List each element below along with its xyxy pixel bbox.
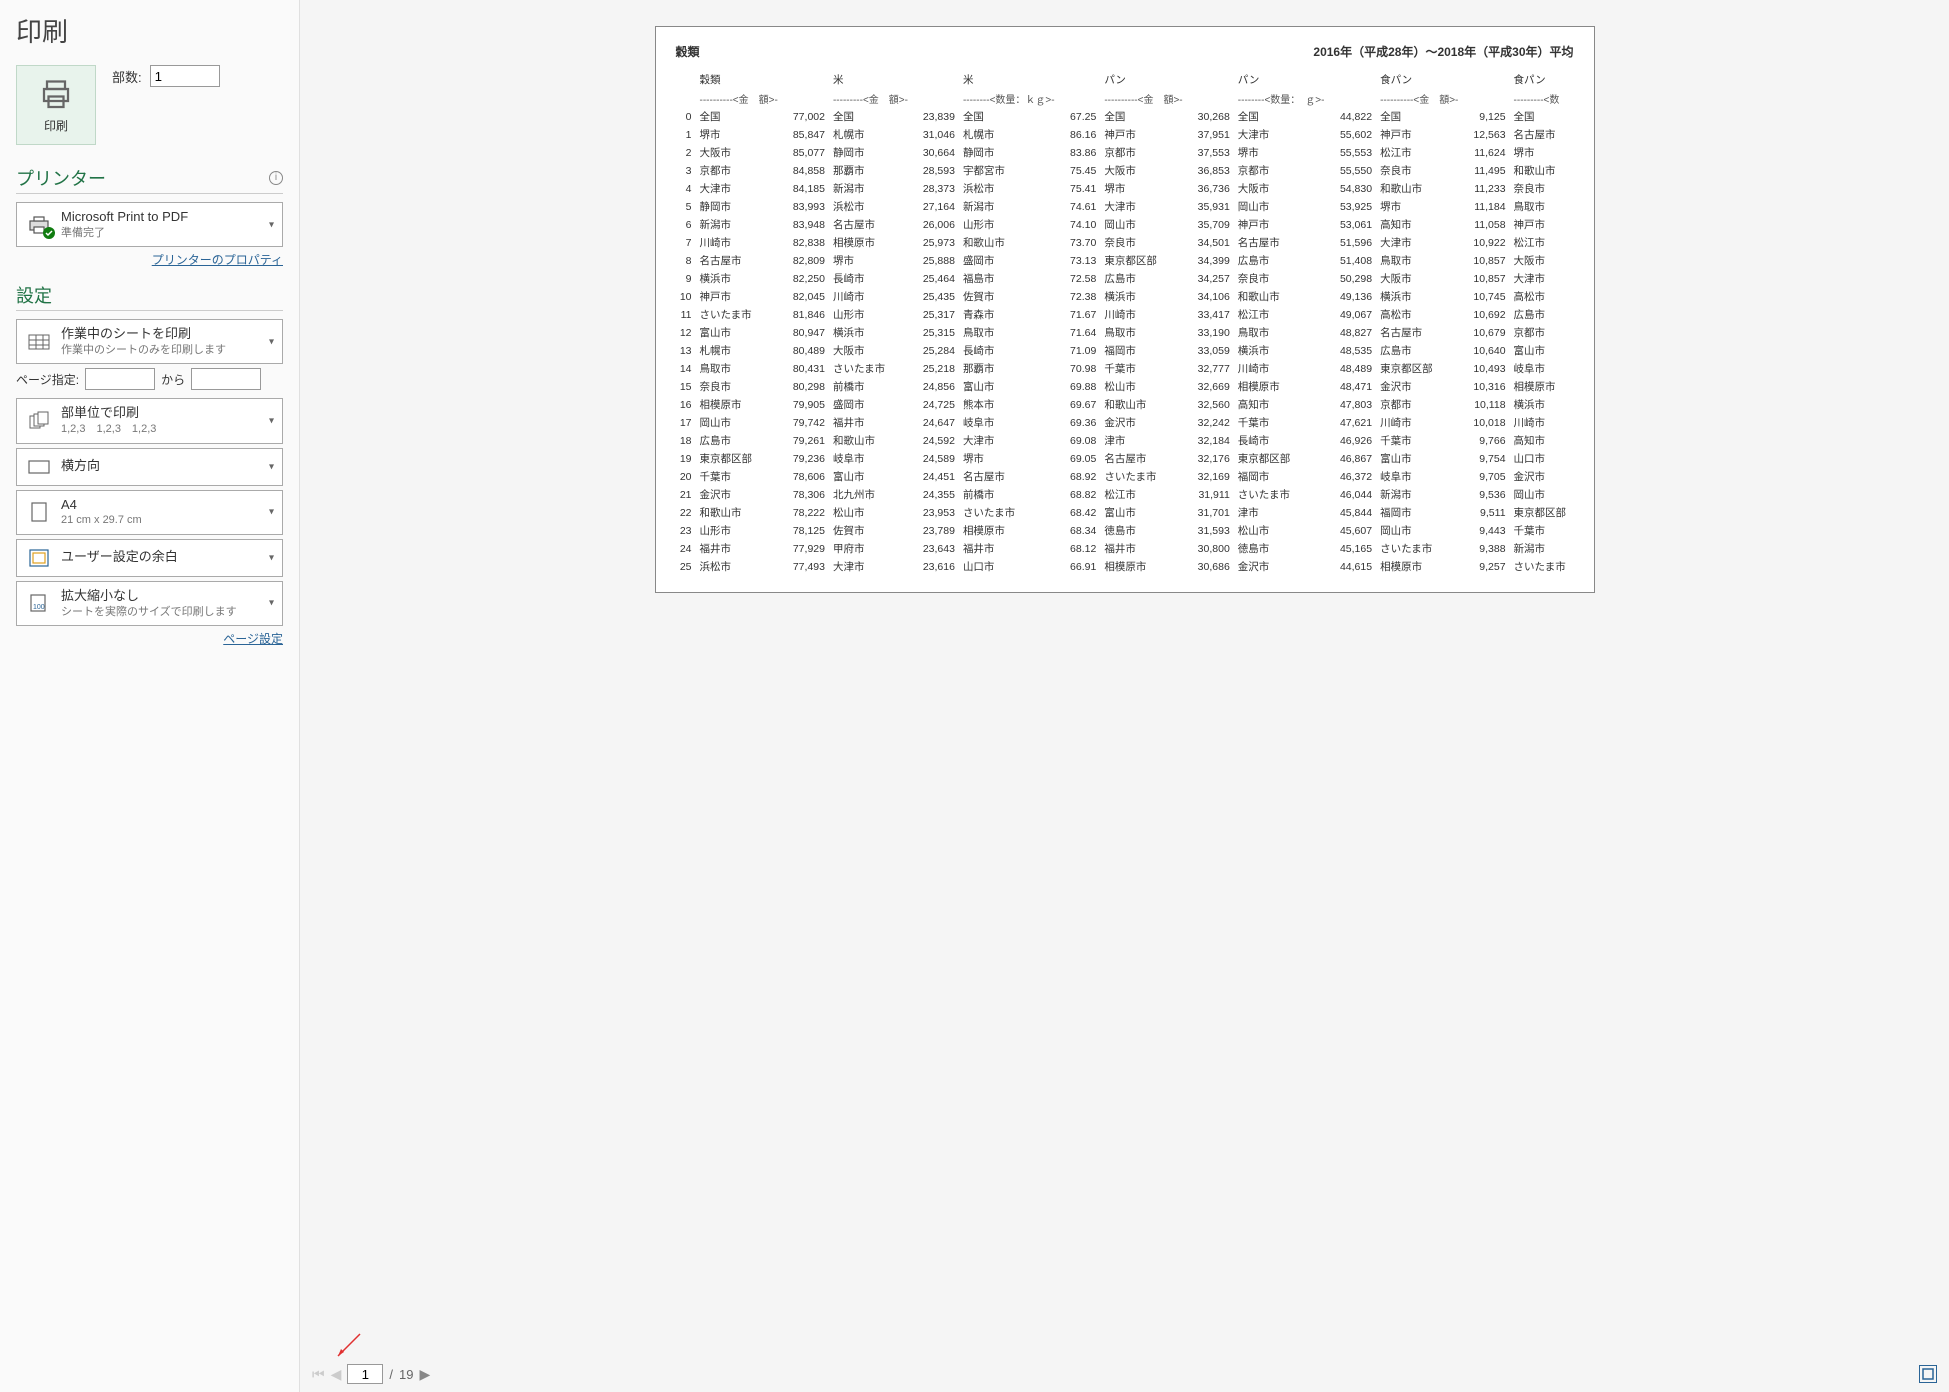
table-row: 4大津市84,185新潟市28,373浜松市75.41堺市36,736大阪市54…	[676, 180, 1574, 198]
print-preview-page: 穀類 2016年（平成28年）～2018年（平成30年）平均 穀類米米パンパン食…	[655, 26, 1595, 593]
table-row: 24福井市77,929甲府市23,643福井市68.12福井市30,800徳島市…	[676, 540, 1574, 558]
settings-section-header: 設定	[16, 282, 52, 308]
page-navigation: ⏮ ◀ / 19 ▶	[312, 1364, 430, 1384]
printer-icon	[38, 77, 74, 113]
table-row: 6新潟市83,948名古屋市26,006山形市74.10岡山市35,709神戸市…	[676, 216, 1574, 234]
table-row: 14鳥取市80,431さいたま市25,218那覇市70.98千葉市32,777川…	[676, 360, 1574, 378]
table-row: 10神戸市82,045川崎市25,435佐賀市72.38横浜市34,106和歌山…	[676, 288, 1574, 306]
table-row: 25浜松市77,493大津市23,616山口市66.91相模原市30,686金沢…	[676, 558, 1574, 576]
table-row: 13札幌市80,489大阪市25,284長崎市71.09福岡市33,059横浜市…	[676, 342, 1574, 360]
table-row: 23山形市78,125佐賀市23,789相模原市68.34徳島市31,593松山…	[676, 522, 1574, 540]
scaling-select[interactable]: 100 拡大縮小なしシートを実際のサイズで印刷します	[16, 581, 283, 626]
table-row: 18広島市79,261和歌山市24,592大津市69.08津市32,184長崎市…	[676, 432, 1574, 450]
printer-section-header: プリンター	[16, 165, 106, 191]
data-table: 穀類米米パンパン食パン食パン ----------<金 額>----------…	[676, 70, 1574, 576]
info-icon[interactable]: i	[269, 171, 283, 185]
next-page-button[interactable]: ▶	[419, 1366, 430, 1383]
printer-select[interactable]: Microsoft Print to PDF 準備完了	[16, 202, 283, 247]
margins-icon	[28, 548, 50, 568]
print-what-select[interactable]: 作業中のシートを印刷作業中のシートのみを印刷します	[16, 319, 283, 364]
scale-icon: 100	[28, 592, 50, 614]
table-row: 16相模原市79,905盛岡市24,725熊本市69.67和歌山市32,560高…	[676, 396, 1574, 414]
ready-check-icon	[43, 227, 55, 239]
printer-status: 準備完了	[61, 226, 188, 240]
table-row: 19東京都区部79,236岐阜市24,589堺市69.05名古屋市32,176東…	[676, 450, 1574, 468]
page-to-label: から	[161, 371, 185, 388]
printer-properties-link[interactable]: プリンターのプロパティ	[152, 253, 283, 267]
table-row: 22和歌山市78,222松山市23,953さいたま市68.42富山市31,701…	[676, 504, 1574, 522]
prev-page-button[interactable]: ◀	[331, 1366, 342, 1383]
page-from-input[interactable]	[85, 368, 155, 390]
table-row: 2大阪市85,077静岡市30,664静岡市83.86京都市37,553堺市55…	[676, 144, 1574, 162]
landscape-icon	[27, 458, 51, 476]
table-row: 17岡山市79,742福井市24,647岐阜市69.36金沢市32,242千葉市…	[676, 414, 1574, 432]
orientation-select[interactable]: 横方向	[16, 448, 283, 486]
print-button[interactable]: 印刷	[16, 65, 96, 145]
sheet-title-right: 2016年（平成28年）～2018年（平成30年）平均	[1313, 43, 1573, 60]
zoom-icon	[1922, 1368, 1934, 1380]
table-row: 20千葉市78,606富山市24,451名古屋市68.92さいたま市32,169…	[676, 468, 1574, 486]
page-title: 印刷	[16, 12, 283, 49]
table-row: 5静岡市83,993浜松市27,164新潟市74.61大津市35,931岡山市5…	[676, 198, 1574, 216]
table-row: 11さいたま市81,846山形市25,317青森市71.67川崎市33,417松…	[676, 306, 1574, 324]
page-range-label: ページ指定:	[16, 371, 79, 388]
margins-select[interactable]: ユーザー設定の余白	[16, 539, 283, 577]
zoom-to-page-button[interactable]	[1919, 1365, 1937, 1383]
table-row: 9横浜市82,250長崎市25,464福島市72.58広島市34,257奈良市5…	[676, 270, 1574, 288]
page-to-input[interactable]	[191, 368, 261, 390]
table-row: 7川崎市82,838相模原市25,973和歌山市73.70奈良市34,501名古…	[676, 234, 1574, 252]
print-button-label: 印刷	[44, 117, 68, 134]
sheets-icon	[27, 332, 51, 352]
sheet-title-left: 穀類	[676, 43, 700, 60]
svg-text:100: 100	[33, 604, 45, 611]
page-icon	[30, 501, 48, 523]
table-row: 0全国77,002全国23,839全国67.25全国30,268全国44,822…	[676, 108, 1574, 126]
table-row: 21金沢市78,306北九州市24,355前橋市68.82松江市31,911さい…	[676, 486, 1574, 504]
printer-name: Microsoft Print to PDF	[61, 209, 188, 226]
table-row: 15奈良市80,298前橋市24,856富山市69.88松山市32,669相模原…	[676, 378, 1574, 396]
collate-icon	[27, 411, 51, 431]
copies-label: 部数:	[112, 67, 142, 86]
table-row: 12富山市80,947横浜市25,315鳥取市71.64鳥取市33,190鳥取市…	[676, 324, 1574, 342]
total-pages: 19	[399, 1367, 413, 1382]
page-setup-link[interactable]: ページ設定	[223, 632, 283, 646]
collate-select[interactable]: 部単位で印刷1,2,3 1,2,3 1,2,3	[16, 398, 283, 443]
current-page-input[interactable]	[347, 1364, 383, 1384]
paper-size-select[interactable]: A421 cm x 29.7 cm	[16, 490, 283, 535]
table-row: 8名古屋市82,809堺市25,888盛岡市73.13東京都区部34,399広島…	[676, 252, 1574, 270]
copies-input[interactable]	[150, 65, 220, 87]
first-page-button[interactable]: ⏮	[312, 1366, 325, 1383]
table-row: 1堺市85,847札幌市31,046札幌市86.16神戸市37,951大津市55…	[676, 126, 1574, 144]
table-row: 3京都市84,858那覇市28,593宇都宮市75.45大阪市36,853京都市…	[676, 162, 1574, 180]
